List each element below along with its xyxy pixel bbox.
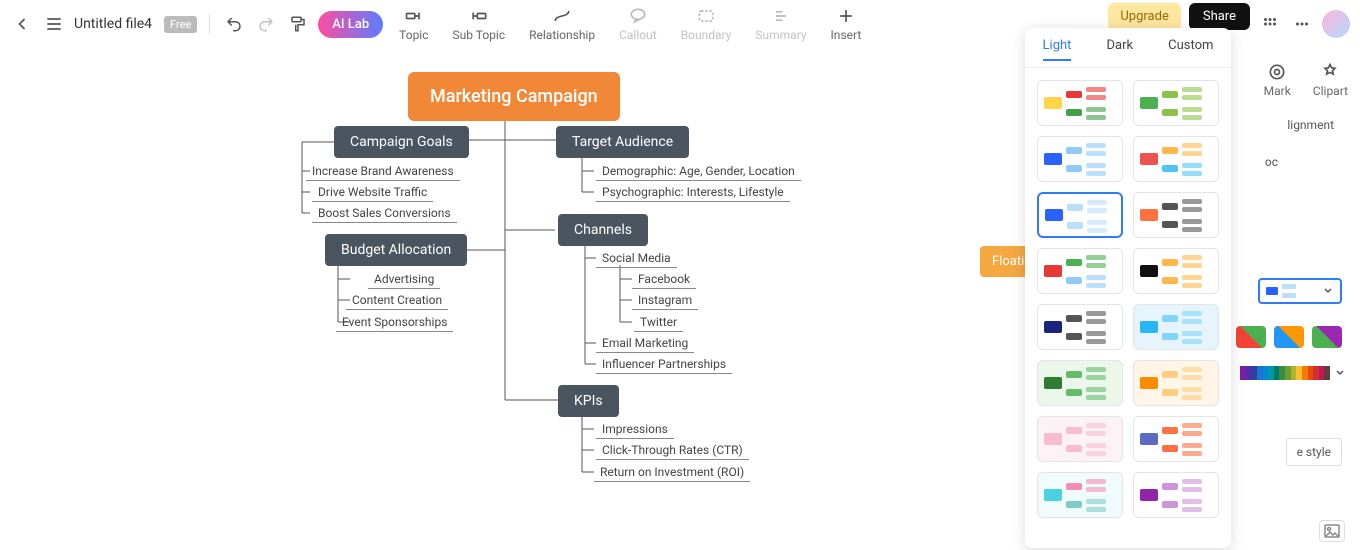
boundary-label: Boundary (681, 28, 732, 42)
color-swatch[interactable] (1274, 326, 1304, 348)
callout-tool: Callout (611, 6, 665, 42)
summary-tool: Summary (747, 6, 814, 42)
root-node[interactable]: Marketing Campaign (408, 72, 620, 121)
leaf[interactable]: Email Marketing (596, 334, 694, 353)
more-icon[interactable] (1290, 12, 1314, 36)
alignment-fragment: lignment (1287, 118, 1334, 132)
menu-icon[interactable] (42, 12, 66, 36)
theme-thumbnail[interactable] (1037, 360, 1123, 406)
theme-thumbnail[interactable] (1037, 416, 1123, 462)
leaf[interactable]: Twitter (634, 313, 683, 332)
share-button[interactable]: Share (1189, 3, 1250, 30)
leaf[interactable]: Demographic: Age, Gender, Location (596, 162, 801, 181)
branch-target-audience[interactable]: Target Audience (556, 126, 689, 158)
theme-thumbnail[interactable] (1037, 472, 1123, 518)
color-swatch[interactable] (1236, 326, 1266, 348)
theme-thumbnail[interactable] (1133, 192, 1219, 238)
theme-thumbnail[interactable] (1133, 304, 1219, 350)
theme-grid (1025, 68, 1231, 530)
relationship-label: Relationship (529, 28, 595, 42)
format-painter-icon[interactable] (286, 12, 310, 36)
right-icons: Mark Clipart (1264, 62, 1348, 98)
chevron-down-icon[interactable] (1334, 367, 1346, 379)
tab-custom[interactable]: Custom (1168, 38, 1213, 61)
leaf[interactable]: Facebook (632, 270, 696, 289)
leaf[interactable]: Advertising (368, 270, 440, 289)
chevron-down-icon (1322, 285, 1334, 297)
theme-thumbnail[interactable] (1133, 360, 1219, 406)
branch-budget[interactable]: Budget Allocation (325, 234, 467, 266)
theme-thumbnail[interactable] (1133, 248, 1219, 294)
topic-label: Topic (399, 28, 428, 42)
color-grid (1236, 326, 1342, 348)
color-swatch[interactable] (1312, 326, 1342, 348)
leaf[interactable]: Psychographic: Interests, Lifestyle (596, 183, 790, 202)
apps-icon[interactable] (1258, 12, 1282, 36)
theme-thumbnail[interactable] (1037, 80, 1123, 126)
subtopic-label: Sub Topic (453, 28, 506, 42)
mark-button[interactable]: Mark (1264, 62, 1291, 98)
insert-tool[interactable]: Insert (823, 6, 870, 42)
leaf[interactable]: Boost Sales Conversions (312, 204, 457, 223)
leaf[interactable]: Social Media (596, 249, 677, 268)
color-scheme-select[interactable] (1258, 278, 1342, 304)
topic-tool[interactable]: Topic (391, 6, 436, 42)
tab-light[interactable]: Light (1043, 38, 1072, 61)
theme-thumbnail[interactable] (1133, 80, 1219, 126)
undo-icon[interactable] (222, 12, 246, 36)
theme-thumbnail[interactable] (1037, 192, 1123, 238)
more-style-button[interactable]: e style (1286, 438, 1342, 466)
mark-label: Mark (1264, 84, 1291, 98)
connector-lines (0, 50, 1020, 550)
leaf[interactable]: Impressions (596, 420, 674, 439)
insert-label: Insert (831, 28, 862, 42)
avatar[interactable] (1322, 10, 1350, 38)
tab-dark[interactable]: Dark (1106, 38, 1133, 61)
theme-tabs: Light Dark Custom (1025, 28, 1231, 68)
file-name[interactable]: Untitled file4 (74, 16, 152, 32)
redo-icon[interactable] (254, 12, 278, 36)
subtopic-tool[interactable]: Sub Topic (445, 6, 514, 42)
theme-panel: Light Dark Custom (1025, 28, 1231, 548)
color-strip[interactable] (1240, 366, 1330, 380)
free-badge: Free (164, 16, 197, 33)
boundary-tool: Boundary (673, 6, 740, 42)
oc-fragment: oc (1265, 155, 1278, 169)
color-chip[interactable] (1324, 366, 1330, 380)
relationship-tool[interactable]: Relationship (521, 6, 603, 42)
leaf[interactable]: Click-Through Rates (CTR) (596, 441, 749, 460)
branch-campaign-goals[interactable]: Campaign Goals (334, 126, 469, 158)
callout-label: Callout (619, 28, 657, 42)
leaf[interactable]: Influencer Partnerships (596, 355, 732, 374)
divider (209, 14, 210, 34)
theme-thumbnail[interactable] (1037, 136, 1123, 182)
theme-thumbnail[interactable] (1133, 416, 1219, 462)
image-button[interactable] (1319, 520, 1345, 542)
leaf[interactable]: Instagram (632, 291, 698, 310)
theme-thumbnail[interactable] (1133, 472, 1219, 518)
branch-kpis[interactable]: KPIs (558, 385, 619, 417)
back-icon[interactable] (10, 12, 34, 36)
clipart-label: Clipart (1313, 84, 1348, 98)
leaf[interactable]: Content Creation (346, 291, 448, 310)
leaf[interactable]: Drive Website Traffic (312, 183, 433, 202)
theme-thumbnail[interactable] (1037, 248, 1123, 294)
theme-thumbnail[interactable] (1133, 136, 1219, 182)
ai-lab-button[interactable]: AI Lab (318, 11, 383, 38)
theme-thumbnail[interactable] (1037, 304, 1123, 350)
branch-channels[interactable]: Channels (558, 214, 648, 246)
summary-label: Summary (755, 28, 806, 42)
leaf[interactable]: Increase Brand Awareness (306, 162, 460, 181)
leaf[interactable]: Event Sponsorships (336, 313, 453, 332)
clipart-button[interactable]: Clipart (1313, 62, 1348, 98)
upgrade-button[interactable]: Upgrade (1108, 3, 1180, 30)
leaf[interactable]: Return on Investment (ROI) (594, 463, 750, 482)
